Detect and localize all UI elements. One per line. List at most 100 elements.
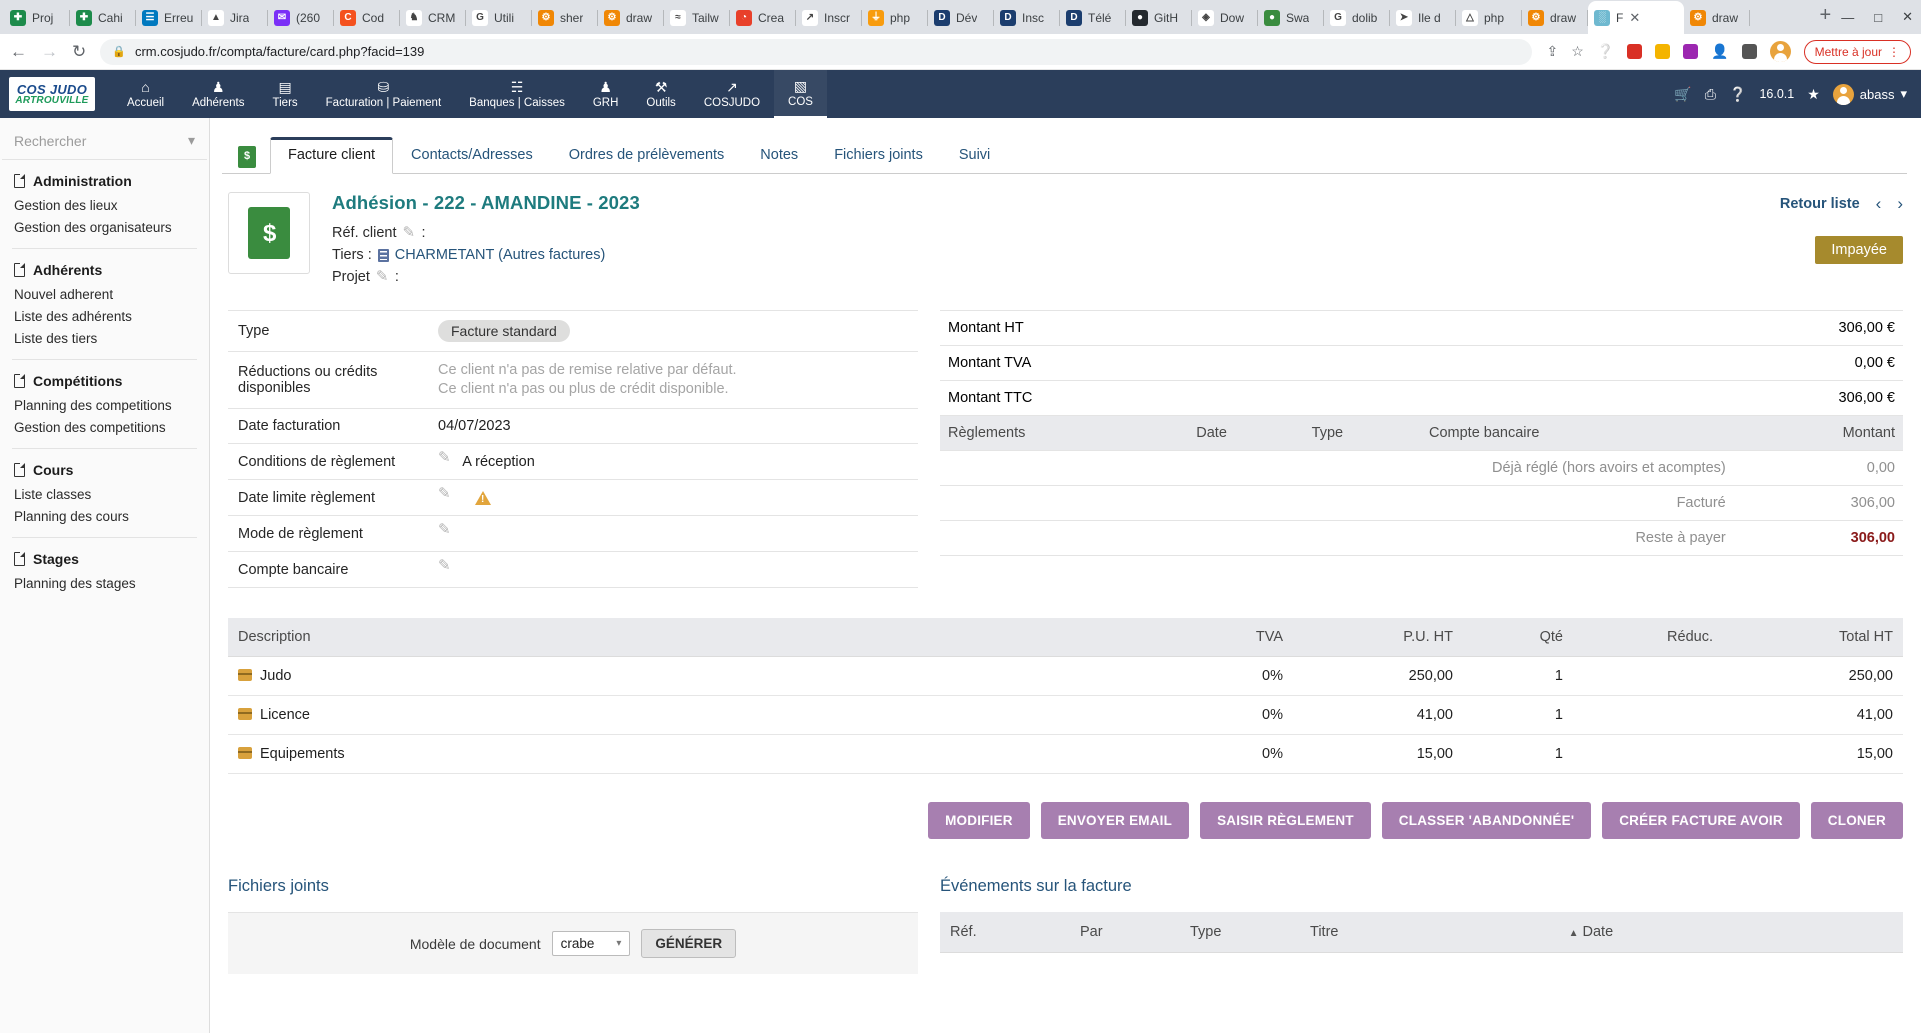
search-input[interactable]: Rechercher	[14, 133, 86, 149]
browser-tab[interactable]: ░ F ✕	[1588, 1, 1684, 34]
edit-pencil-icon[interactable]	[438, 520, 451, 538]
events-column-header[interactable]: Titre	[1300, 912, 1559, 953]
bookmark-star-icon[interactable]: ☆	[1571, 43, 1584, 60]
tab-fichiers-joints[interactable]: Fichiers joints	[816, 137, 941, 174]
browser-tab[interactable]: D Insc	[994, 1, 1060, 34]
browser-tab[interactable]: ↗ Inscr	[796, 1, 862, 34]
sidebar-item-liste-des-tiers[interactable]: Liste des tiers	[12, 327, 197, 349]
browser-tab[interactable]: ✉ (260	[268, 1, 334, 34]
sidebar-item-liste-classes[interactable]: Liste classes	[12, 483, 197, 505]
minimize-button[interactable]: —	[1841, 10, 1854, 25]
adblock-extension-icon[interactable]	[1627, 44, 1643, 59]
document-model-select[interactable]: crabe ▾	[551, 931, 631, 956]
tiers-link[interactable]: CHARMETANT (Autres factures)	[395, 244, 606, 266]
help-icon[interactable]: ❔	[1729, 86, 1746, 103]
chevron-down-icon[interactable]: ▾	[188, 132, 195, 149]
sidebar-item-nouvel-adherent[interactable]: Nouvel adherent	[12, 283, 197, 305]
print-icon[interactable]: ⎙	[1705, 86, 1716, 103]
color-extension-icon[interactable]	[1683, 44, 1699, 59]
events-column-header[interactable]: ▲ Date	[1558, 912, 1903, 953]
profile-switch-icon[interactable]: 👤	[1711, 43, 1728, 60]
nav-item-grh[interactable]: ♟ GRH	[579, 70, 633, 118]
bookmark-star-icon[interactable]: ★	[1807, 86, 1820, 103]
generate-button[interactable]: GÉNÉRER	[641, 929, 737, 958]
edit-pencil-icon[interactable]	[376, 266, 389, 288]
nav-item-banques-caisses[interactable]: ☵ Banques | Caisses	[455, 70, 579, 118]
browser-tab[interactable]: C Cod	[334, 1, 400, 34]
browser-tab[interactable]: △ php	[1456, 1, 1522, 34]
nav-item-adh-rents[interactable]: ♟ Adhérents	[178, 70, 258, 118]
nav-item-cos[interactable]: ▧ COS	[774, 70, 827, 118]
back-to-list-link[interactable]: Retour liste	[1780, 196, 1860, 212]
nav-item-cosjudo[interactable]: ↗ COSJUDO	[690, 70, 774, 118]
modifier-button[interactable]: MODIFIER	[928, 802, 1030, 839]
next-record-icon[interactable]: ›	[1897, 194, 1903, 214]
browser-tab[interactable]: ≈ Tailw	[664, 1, 730, 34]
tab-suivi[interactable]: Suivi	[941, 137, 1008, 174]
sidebar-item-liste-des-adh-rents[interactable]: Liste des adhérents	[12, 305, 197, 327]
cart-icon[interactable]: 🛒	[1674, 86, 1691, 103]
tab-ordres-de-pr-l-vements[interactable]: Ordres de prélèvements	[551, 137, 743, 174]
update-chrome-button[interactable]: Mettre à jour ⋮	[1803, 39, 1911, 64]
reload-icon[interactable]: ↻	[72, 43, 86, 60]
browser-tab[interactable]: ● Swa	[1258, 1, 1324, 34]
sidebar-item-gestion-des-organisateurs[interactable]: Gestion des organisateurs	[12, 216, 197, 238]
browser-tab[interactable]: ● GitH	[1126, 1, 1192, 34]
sidebar-item-planning-des-stages[interactable]: Planning des stages	[12, 572, 197, 594]
browser-tab[interactable]: D Télé	[1060, 1, 1126, 34]
tab-notes[interactable]: Notes	[742, 137, 816, 174]
edit-pencil-icon[interactable]	[438, 448, 451, 466]
browser-tab[interactable]: D Dév	[928, 1, 994, 34]
browser-tab[interactable]: ⚙ sher	[532, 1, 598, 34]
browser-tab[interactable]: ◔ Crea	[730, 1, 796, 34]
user-menu[interactable]: abass ▾	[1832, 83, 1907, 105]
extension-help-icon[interactable]: ❔	[1597, 43, 1614, 60]
cloner-button[interactable]: CLONER	[1810, 802, 1903, 839]
browser-tab[interactable]: ⚙ draw	[1684, 1, 1750, 34]
sidebar-item-planning-des-cours[interactable]: Planning des cours	[12, 505, 197, 527]
sidebar-group-header[interactable]: Stages	[12, 549, 197, 572]
nav-item-outils[interactable]: ⚒ Outils	[632, 70, 689, 118]
nav-item-accueil[interactable]: ⌂ Accueil	[113, 70, 178, 118]
close-window-button[interactable]: ✕	[1902, 9, 1913, 25]
edit-pencil-icon[interactable]	[438, 484, 451, 502]
sidebar-item-gestion-des-lieux[interactable]: Gestion des lieux	[12, 194, 197, 216]
browser-tab[interactable]: ✚ Cahi	[70, 1, 136, 34]
nav-item-facturation-paiement[interactable]: ⛁ Facturation | Paiement	[312, 70, 456, 118]
browser-tab[interactable]: ◈ Dow	[1192, 1, 1258, 34]
sidebar-group-header[interactable]: Adhérents	[12, 260, 197, 283]
grid-extension-icon[interactable]	[1741, 44, 1757, 59]
sidebar-group-header[interactable]: Cours	[12, 460, 197, 483]
browser-avatar[interactable]	[1769, 41, 1791, 62]
events-column-header[interactable]: Réf.	[940, 912, 1070, 953]
sidebar-item-planning-des-competitions[interactable]: Planning des competitions	[12, 394, 197, 416]
address-bar[interactable]: 🔒 crm.cosjudo.fr/compta/facture/card.php…	[100, 38, 1533, 65]
browser-tab[interactable]: ➤ Ile d	[1390, 1, 1456, 34]
sidebar-group-header[interactable]: Administration	[12, 171, 197, 194]
edit-pencil-icon[interactable]	[438, 556, 451, 574]
sidebar-item-gestion-des-competitions[interactable]: Gestion des competitions	[12, 416, 197, 438]
app-logo[interactable]: COS JUDO ARTROUVILLE	[9, 77, 95, 111]
browser-tab[interactable]: ♞ CRM	[400, 1, 466, 34]
browser-tab[interactable]: ⚙ draw	[598, 1, 664, 34]
back-icon[interactable]: ←	[10, 43, 27, 60]
saisir-r-glement-button[interactable]: SAISIR RÈGLEMENT	[1200, 802, 1371, 839]
cr-er-facture-avoir-button[interactable]: CRÉER FACTURE AVOIR	[1602, 802, 1800, 839]
tab-contacts-adresses[interactable]: Contacts/Adresses	[393, 137, 551, 174]
browser-tab[interactable]: ☰ Erreu	[136, 1, 202, 34]
browser-tab[interactable]: ⚙ draw	[1522, 1, 1588, 34]
notes-extension-icon[interactable]	[1655, 44, 1671, 59]
tab-facture-client[interactable]: Facture client	[270, 137, 394, 174]
events-column-header[interactable]: Type	[1180, 912, 1300, 953]
kebab-menu-icon[interactable]: ⋮	[1888, 45, 1900, 59]
share-icon[interactable]: ⇪	[1546, 43, 1558, 60]
browser-tab[interactable]: ⏚ php	[862, 1, 928, 34]
previous-record-icon[interactable]: ‹	[1876, 194, 1882, 214]
new-tab-button[interactable]: +	[1810, 5, 1842, 29]
browser-tab[interactable]: Gdolib	[1324, 1, 1390, 34]
sidebar-search[interactable]: Rechercher ▾	[2, 124, 207, 160]
forward-icon[interactable]: →	[41, 43, 58, 60]
edit-pencil-icon[interactable]	[402, 222, 415, 244]
maximize-button[interactable]: □	[1874, 10, 1882, 25]
browser-tab[interactable]: ✚ Proj	[4, 1, 70, 34]
